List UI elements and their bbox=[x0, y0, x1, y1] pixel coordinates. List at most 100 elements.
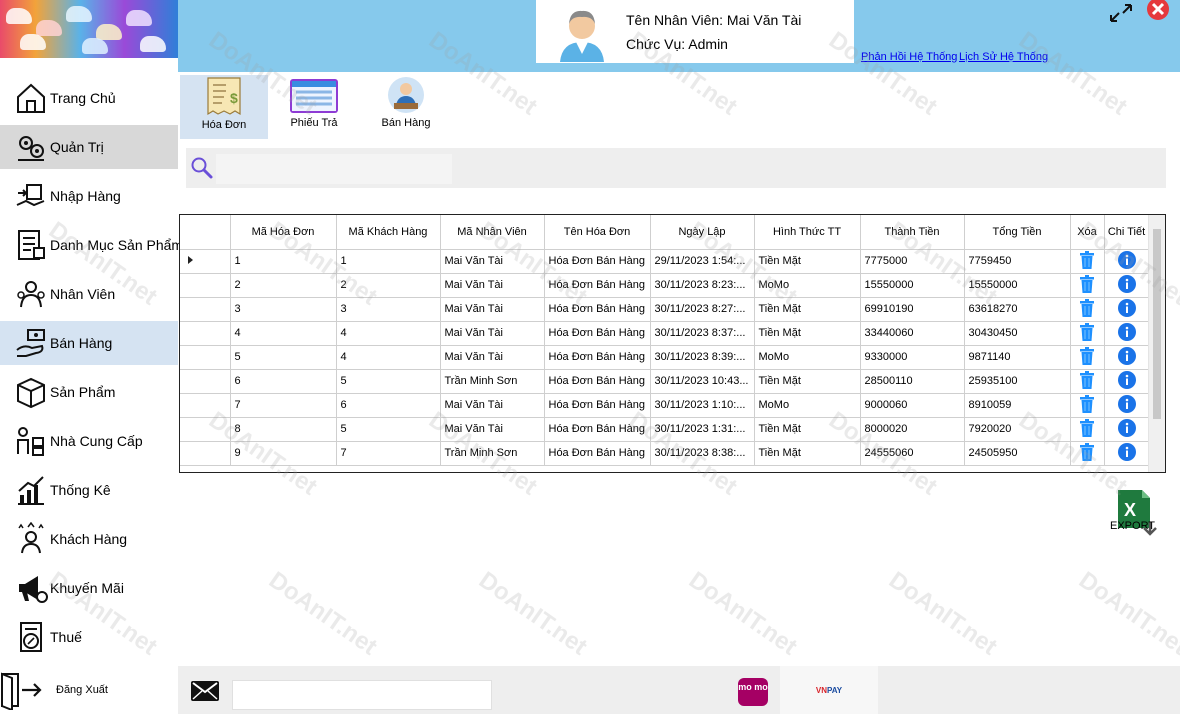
table-cell[interactable]: 28500110 bbox=[860, 369, 965, 394]
table-cell[interactable]: MoMo bbox=[754, 273, 861, 298]
table-row[interactable]: 7 6 Mai Văn Tài Hóa Đơn Bán Hàng 30/11/2023 … bbox=[180, 393, 1150, 418]
table-cell[interactable]: Trần Minh Sơn bbox=[440, 441, 545, 466]
table-cell[interactable]: Hóa Đơn Bán Hàng bbox=[544, 369, 651, 394]
system-feedback-link[interactable]: Phản Hồi Hệ Thống bbox=[861, 51, 957, 63]
table-cell[interactable]: 69910190 bbox=[860, 297, 965, 322]
table-row[interactable]: 1 1 Mai Văn Tài Hóa Đơn Bán Hàng 29/11/2023 … bbox=[180, 249, 1150, 274]
column-header[interactable]: Mã Hóa Đơn bbox=[230, 215, 337, 250]
detail-button[interactable] bbox=[1104, 297, 1150, 322]
table-cell[interactable]: 5 bbox=[336, 369, 441, 394]
table-cell[interactable]: 7775000 bbox=[860, 249, 965, 274]
table-cell[interactable]: 6 bbox=[230, 369, 337, 394]
message-input[interactable] bbox=[232, 680, 492, 710]
table-cell[interactable]: Mai Văn Tài bbox=[440, 345, 545, 370]
table-cell[interactable]: MoMo bbox=[754, 345, 861, 370]
column-header[interactable]: Mã Khách Hàng bbox=[336, 215, 441, 250]
delete-button[interactable] bbox=[1070, 345, 1105, 370]
column-header[interactable]: Mã Nhân Viên bbox=[440, 215, 545, 250]
sidebar-item-customers[interactable]: Khách Hàng bbox=[0, 517, 178, 561]
sidebar-item-promotions[interactable]: Khuyến Mãi bbox=[0, 566, 178, 610]
table-cell[interactable]: 24505950 bbox=[964, 441, 1071, 466]
column-header[interactable]: Hình Thức TT bbox=[754, 215, 861, 250]
table-cell[interactable]: Mai Văn Tài bbox=[440, 393, 545, 418]
table-cell[interactable]: Mai Văn Tài bbox=[440, 417, 545, 442]
detail-button[interactable] bbox=[1104, 417, 1150, 442]
return-slip-tab-button[interactable]: Phiếu Trả bbox=[270, 75, 358, 139]
table-row[interactable]: 8 5 Mai Văn Tài Hóa Đơn Bán Hàng 30/11/2023 … bbox=[180, 417, 1150, 442]
detail-button[interactable] bbox=[1104, 345, 1150, 370]
row-header-cell[interactable] bbox=[180, 369, 231, 394]
table-cell[interactable]: 5 bbox=[230, 345, 337, 370]
table-cell[interactable]: Hóa Đơn Bán Hàng bbox=[544, 345, 651, 370]
table-cell[interactable]: 4 bbox=[230, 321, 337, 346]
table-cell[interactable]: MoMo bbox=[754, 393, 861, 418]
table-cell[interactable]: 30/11/2023 8:27:... bbox=[650, 297, 755, 322]
table-cell[interactable]: Trần Minh Sơn bbox=[440, 369, 545, 394]
table-cell[interactable]: 2 bbox=[230, 273, 337, 298]
table-cell[interactable]: 30/11/2023 8:38:... bbox=[650, 441, 755, 466]
sidebar-item-admin[interactable]: Quản Trị bbox=[0, 125, 178, 169]
sidebar-item-products[interactable]: Sản Phẩm bbox=[0, 370, 178, 414]
sidebar-item-tax[interactable]: Thuế bbox=[0, 615, 178, 659]
delete-button[interactable] bbox=[1070, 321, 1105, 346]
table-cell[interactable]: Tiền Mặt bbox=[754, 441, 861, 466]
table-row[interactable]: 6 5 Trần Minh Sơn Hóa Đơn Bán Hàng 30/11/202… bbox=[180, 369, 1150, 394]
table-cell[interactable]: Tiền Mặt bbox=[754, 417, 861, 442]
table-cell[interactable]: Mai Văn Tài bbox=[440, 273, 545, 298]
sidebar-item-staff[interactable]: Nhân Viên bbox=[0, 272, 178, 316]
sidebar-item-home[interactable]: Trang Chủ bbox=[0, 76, 178, 120]
row-header-cell[interactable] bbox=[180, 273, 231, 298]
table-cell[interactable]: 7759450 bbox=[964, 249, 1071, 274]
table-cell[interactable]: 7920020 bbox=[964, 417, 1071, 442]
sidebar-item-sales[interactable]: Bán Hàng bbox=[0, 321, 178, 365]
search-input[interactable] bbox=[216, 154, 452, 184]
table-cell[interactable]: Hóa Đơn Bán Hàng bbox=[544, 441, 651, 466]
table-row[interactable]: 9 7 Trần Minh Sơn Hóa Đơn Bán Hàng 30/11/202… bbox=[180, 441, 1150, 466]
table-cell[interactable]: 30/11/2023 1:31:... bbox=[650, 417, 755, 442]
table-cell[interactable]: 15550000 bbox=[964, 273, 1071, 298]
close-button[interactable] bbox=[1144, 0, 1172, 22]
table-cell[interactable]: Tiền Mặt bbox=[754, 369, 861, 394]
detail-button[interactable] bbox=[1104, 369, 1150, 394]
row-header-column[interactable] bbox=[180, 215, 231, 250]
momo-payment-button[interactable]: mo mo bbox=[738, 678, 768, 706]
vnpay-payment-button[interactable]: VNPAY bbox=[780, 666, 878, 714]
table-cell[interactable]: 6 bbox=[336, 393, 441, 418]
table-cell[interactable]: 9871140 bbox=[964, 345, 1071, 370]
delete-button[interactable] bbox=[1070, 393, 1105, 418]
sidebar-item-suppliers[interactable]: Nhà Cung Cấp bbox=[0, 419, 178, 463]
table-cell[interactable]: Mai Văn Tài bbox=[440, 297, 545, 322]
sidebar-item-import[interactable]: Nhập Hàng bbox=[0, 174, 178, 218]
table-cell[interactable]: 33440060 bbox=[860, 321, 965, 346]
row-header-cell[interactable] bbox=[180, 249, 231, 274]
detail-button[interactable] bbox=[1104, 393, 1150, 418]
system-history-link[interactable]: Lịch Sử Hệ Thống bbox=[959, 51, 1048, 63]
table-cell[interactable]: 5 bbox=[336, 417, 441, 442]
table-cell[interactable]: Hóa Đơn Bán Hàng bbox=[544, 393, 651, 418]
table-cell[interactable]: 4 bbox=[336, 321, 441, 346]
column-header[interactable]: Tổng Tiền bbox=[964, 215, 1071, 250]
detail-button[interactable] bbox=[1104, 249, 1150, 274]
delete-button[interactable] bbox=[1070, 249, 1105, 274]
table-cell[interactable]: 30/11/2023 10:43... bbox=[650, 369, 755, 394]
table-cell[interactable]: Hóa Đơn Bán Hàng bbox=[544, 417, 651, 442]
table-row[interactable]: 3 3 Mai Văn Tài Hóa Đơn Bán Hàng 30/11/2023 … bbox=[180, 297, 1150, 322]
row-header-cell[interactable] bbox=[180, 345, 231, 370]
table-cell[interactable]: 9 bbox=[230, 441, 337, 466]
table-cell[interactable]: 3 bbox=[230, 297, 337, 322]
table-cell[interactable]: 1 bbox=[336, 249, 441, 274]
row-header-cell[interactable] bbox=[180, 441, 231, 466]
table-cell[interactable]: Tiền Mặt bbox=[754, 297, 861, 322]
detail-button[interactable] bbox=[1104, 321, 1150, 346]
table-cell[interactable]: 8910059 bbox=[964, 393, 1071, 418]
detail-button[interactable] bbox=[1104, 273, 1150, 298]
column-header[interactable]: Tên Hóa Đơn bbox=[544, 215, 651, 250]
export-excel-button[interactable]: X EXPORT bbox=[1110, 488, 1158, 536]
maximize-button[interactable] bbox=[1108, 2, 1134, 24]
table-cell[interactable]: 1 bbox=[230, 249, 337, 274]
column-header[interactable]: Chi Tiết bbox=[1104, 215, 1150, 250]
table-cell[interactable]: 63618270 bbox=[964, 297, 1071, 322]
column-header[interactable]: Xóa bbox=[1070, 215, 1105, 250]
delete-button[interactable] bbox=[1070, 417, 1105, 442]
row-header-cell[interactable] bbox=[180, 393, 231, 418]
